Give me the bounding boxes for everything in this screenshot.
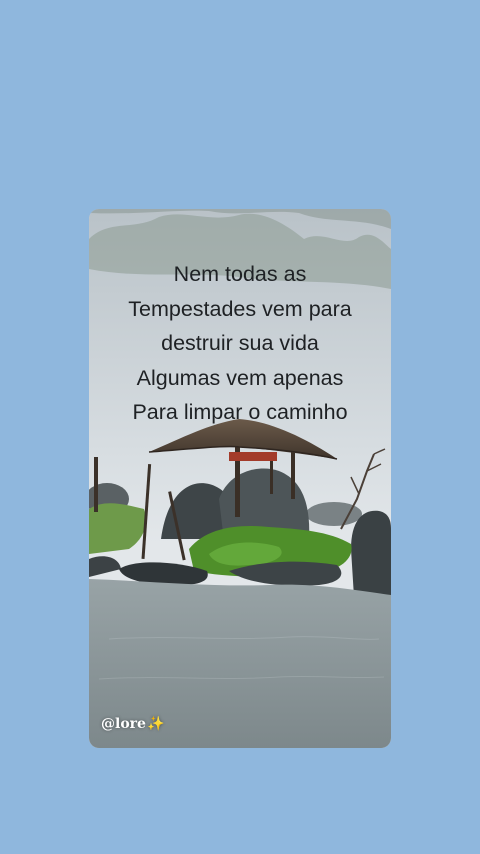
author-handle: @lore✨ — [101, 716, 164, 732]
quote-line: Tempestades vem para — [128, 296, 352, 321]
sparkles-icon: ✨ — [146, 716, 165, 732]
quote-text: Nem todas as Tempestades vem para destru… — [89, 257, 391, 430]
quote-line: destruir sua vida — [161, 331, 319, 355]
quote-line: Para limpar o caminho — [132, 400, 348, 424]
story-card: Nem todas as Tempestades vem para destru… — [89, 209, 391, 748]
quote-line: Algumas vem apenas — [136, 365, 344, 390]
quote-line: Nem todas as — [173, 262, 307, 286]
author-handle-text: @lore — [101, 716, 146, 732]
